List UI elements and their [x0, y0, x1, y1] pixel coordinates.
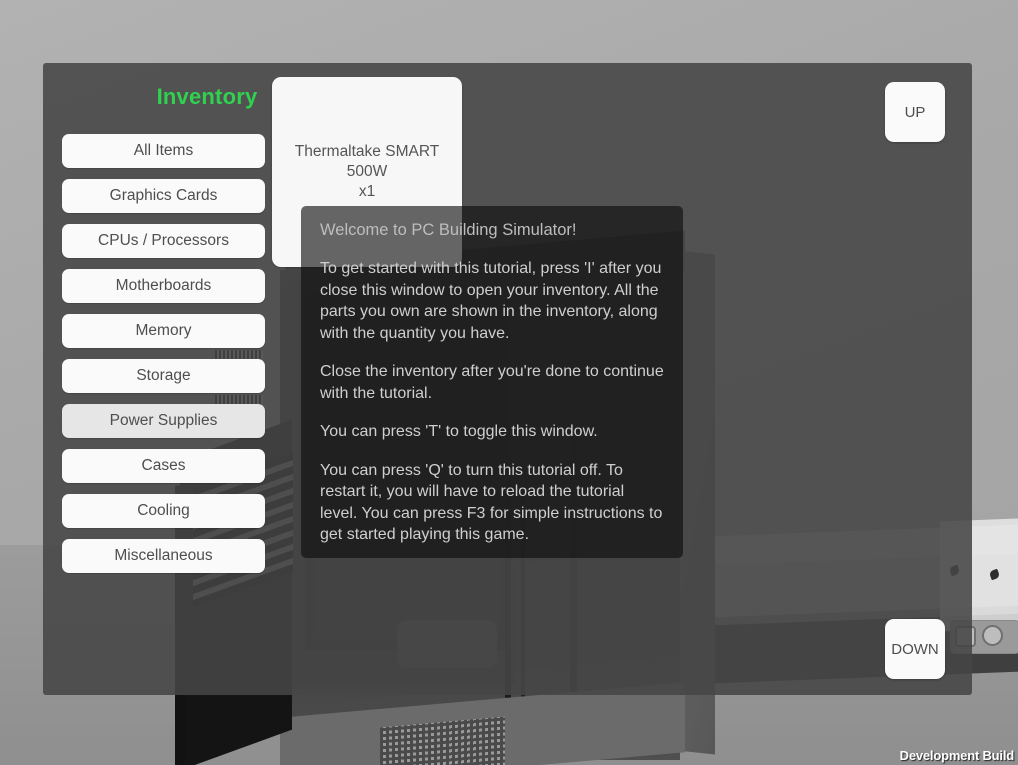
- category-button-motherboards[interactable]: Motherboards: [62, 269, 265, 303]
- development-build-watermark: Development Build: [899, 748, 1015, 763]
- tutorial-paragraph: Close the inventory after you're done to…: [320, 363, 664, 402]
- category-button-miscellaneous[interactable]: Miscellaneous: [62, 539, 265, 573]
- tutorial-body: To get started with this tutorial, press…: [320, 258, 665, 546]
- category-button-graphics-cards[interactable]: Graphics Cards: [62, 179, 265, 213]
- tutorial-window: Welcome to PC Building Simulator! To get…: [301, 206, 683, 558]
- tutorial-paragraph: You can press 'T' to toggle this window.: [320, 423, 598, 440]
- tutorial-title: Welcome to PC Building Simulator!: [320, 221, 577, 239]
- tutorial-paragraph: You can press 'Q' to turn this tutorial …: [320, 461, 663, 544]
- inventory-item-name: Thermaltake SMART 500W: [294, 143, 440, 180]
- category-button-cases[interactable]: Cases: [62, 449, 265, 483]
- category-button-storage[interactable]: Storage: [62, 359, 265, 393]
- io-port-icon: [982, 625, 1003, 646]
- category-button-all-items[interactable]: All Items: [62, 134, 265, 168]
- category-list: All Items Graphics Cards CPUs / Processors…: [62, 134, 267, 584]
- scroll-up-button[interactable]: UP: [885, 82, 945, 142]
- game-viewport: Inventory All Items Graphics Cards CPUs / …: [0, 0, 1018, 765]
- inventory-item-quantity: x1: [358, 183, 376, 200]
- category-button-cpus-processors[interactable]: CPUs / Processors: [62, 224, 265, 258]
- category-button-memory[interactable]: Memory: [62, 314, 265, 348]
- category-button-power-supplies[interactable]: Power Supplies: [62, 404, 265, 438]
- tutorial-paragraph: To get started with this tutorial, press…: [320, 260, 662, 342]
- scroll-down-button[interactable]: DOWN: [885, 619, 945, 679]
- category-button-cooling[interactable]: Cooling: [62, 494, 265, 528]
